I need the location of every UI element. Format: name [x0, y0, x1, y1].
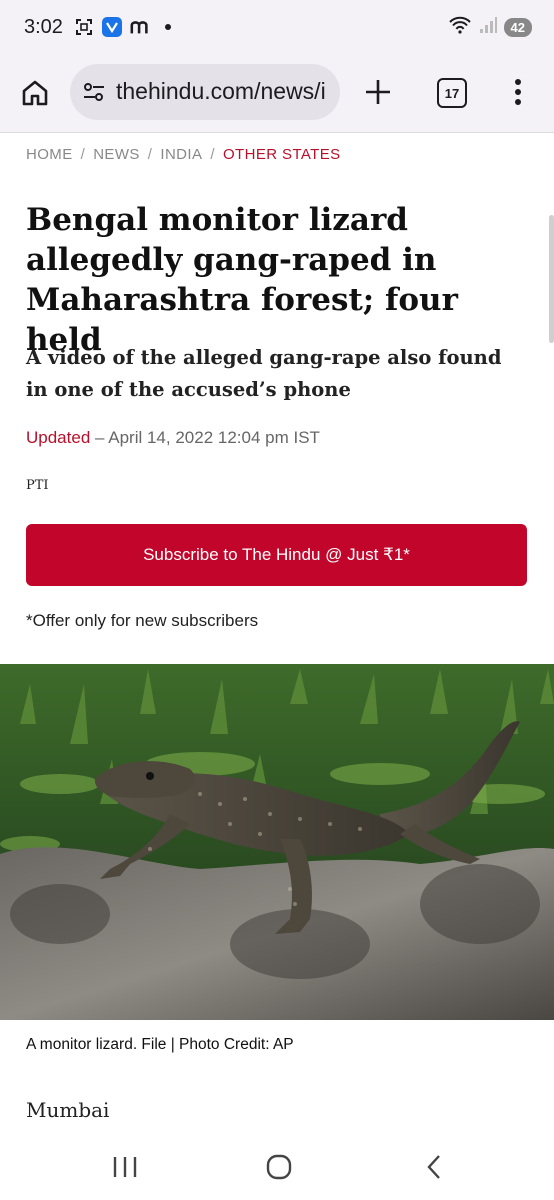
breadcrumb-other-states[interactable]: OTHER STATES	[223, 146, 341, 163]
status-time: 3:02	[24, 16, 63, 38]
breadcrumb-separator: /	[147, 146, 153, 163]
offer-note: *Offer only for new subscribers	[26, 611, 259, 630]
article-headline: Bengal monitor lizard allegedly gang-rap…	[26, 202, 458, 358]
status-bar: 3:02 42	[0, 0, 554, 58]
article-author[interactable]: PTI	[26, 478, 49, 493]
breadcrumb-india[interactable]: INDIA	[160, 146, 202, 163]
breadcrumb-separator: /	[80, 146, 86, 163]
home-icon[interactable]	[18, 76, 52, 110]
battery-icon: 42	[503, 18, 532, 37]
system-navigation-bar	[0, 1132, 554, 1200]
recent-apps-icon[interactable]	[110, 1152, 140, 1182]
breadcrumb-separator: /	[210, 146, 215, 163]
updated-label: Updated	[26, 428, 91, 447]
subscribe-button[interactable]: Subscribe to The Hindu @ Just ₹1*	[26, 524, 527, 586]
screenshot-icon	[74, 17, 94, 37]
updated-date: – April 14, 2022 12:04 pm IST	[90, 428, 320, 447]
hero-image-monitor-lizard	[0, 664, 554, 1020]
url-text[interactable]: thehindu.com/news/i	[116, 78, 326, 105]
dot-icon	[158, 17, 178, 37]
m-icon	[130, 17, 150, 37]
tabs-icon[interactable]: 17	[437, 78, 467, 108]
wifi-icon	[448, 15, 472, 40]
breadcrumb-news[interactable]: NEWS	[93, 146, 140, 163]
browser-toolbar: thehindu.com/news/i 17	[0, 58, 554, 133]
notification-icons	[74, 17, 178, 37]
site-settings-icon[interactable]	[82, 81, 106, 108]
new-tab-plus-icon[interactable]	[362, 76, 394, 108]
home-circle-icon[interactable]	[264, 1152, 294, 1182]
article-subheadline: A video of the alleged gang-rape also fo…	[26, 346, 502, 401]
scrollbar[interactable]	[549, 215, 554, 343]
address-bar[interactable]: thehindu.com/news/i	[70, 64, 340, 120]
system-icons: 42	[448, 15, 532, 40]
updated-timestamp: Updated – April 14, 2022 12:04 pm IST	[26, 428, 320, 448]
article-dateline: Mumbai	[26, 1098, 110, 1122]
breadcrumb-home[interactable]: HOME	[26, 146, 73, 163]
image-caption: A monitor lizard. File | Photo Credit: A…	[26, 1036, 294, 1053]
breadcrumb: HOME / NEWS / INDIA / OTHER STATES	[26, 146, 341, 163]
app-v-icon	[102, 17, 122, 37]
signal-icon	[478, 15, 498, 40]
menu-dots-icon[interactable]	[510, 76, 526, 108]
back-icon[interactable]	[420, 1152, 450, 1182]
